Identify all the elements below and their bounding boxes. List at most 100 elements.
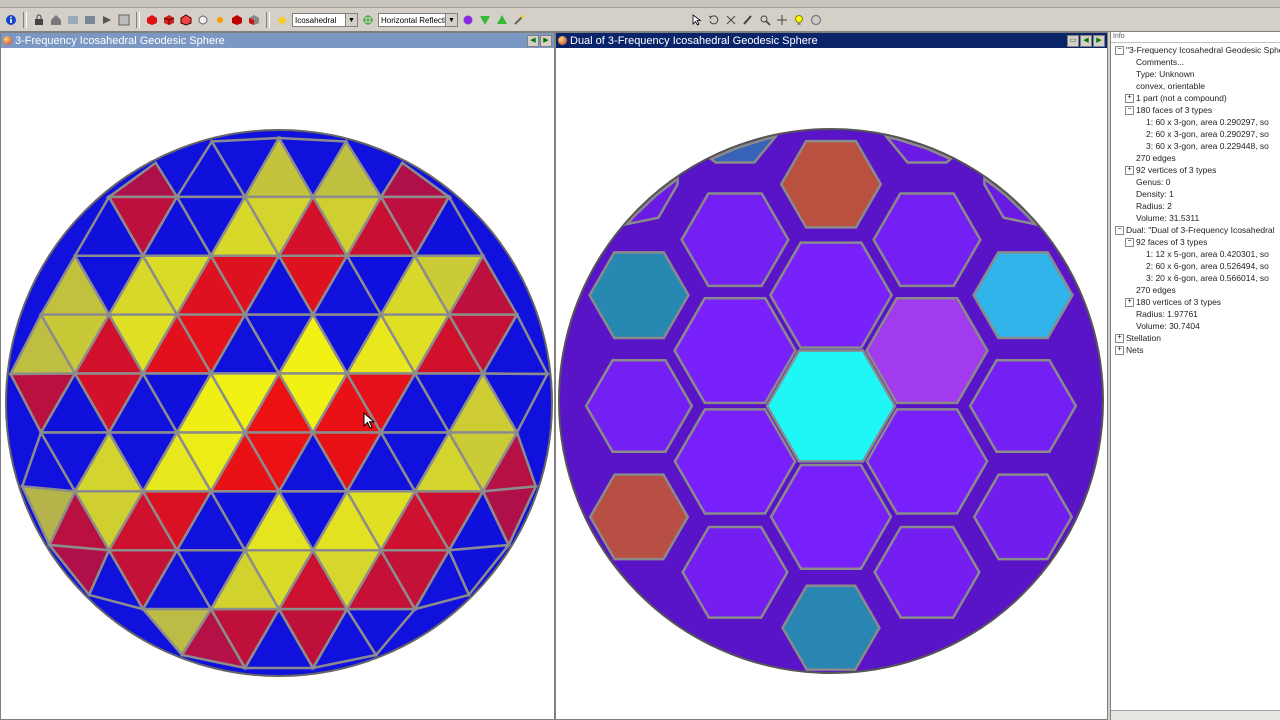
cube-red2-icon[interactable] bbox=[230, 13, 244, 27]
collapse-icon[interactable]: − bbox=[1125, 238, 1134, 248]
zoom-icon[interactable] bbox=[758, 13, 772, 27]
expand-icon[interactable]: + bbox=[1115, 346, 1124, 356]
horizontal-scrollbar[interactable] bbox=[1111, 710, 1280, 720]
left-view-title: 3-Frequency Icosahedral Geodesic Sphere bbox=[15, 34, 225, 47]
chevron-down-icon[interactable]: ▼ bbox=[445, 14, 457, 26]
cube-shade-icon[interactable] bbox=[247, 13, 261, 27]
symmetry-select[interactable]: Icosahedral ▼ bbox=[292, 13, 358, 27]
scroll-right-icon[interactable]: ▶ bbox=[540, 35, 552, 47]
info-tree-label: Type: Unknown bbox=[1136, 69, 1195, 79]
wand-icon[interactable] bbox=[512, 13, 526, 27]
info-tree-item[interactable]: 2: 60 x 3-gon, area 0.290297, so bbox=[1135, 128, 1269, 140]
toolbar-separator bbox=[266, 12, 270, 28]
info-tree-item[interactable]: 3: 20 x 6-gon, area 0.566014, so bbox=[1135, 272, 1269, 284]
info-tree-label: Radius: 1.97761 bbox=[1136, 309, 1198, 319]
info-tree-label: 180 faces of 3 types bbox=[1136, 105, 1213, 115]
info-tree-item[interactable]: 1: 60 x 3-gon, area 0.290297, so bbox=[1135, 116, 1269, 128]
expand-icon[interactable]: + bbox=[1115, 334, 1124, 344]
info-tree-label: 3: 60 x 3-gon, area 0.229448, so bbox=[1146, 141, 1269, 151]
reflection-select[interactable]: Horizontal Reflection ▼ bbox=[378, 13, 458, 27]
dual-sphere-view[interactable] bbox=[556, 48, 1107, 718]
toolbar-right-row bbox=[690, 11, 823, 29]
scroll-left-icon[interactable]: ◀ bbox=[1080, 35, 1092, 47]
info-tree-item[interactable]: +92 vertices of 3 types bbox=[1125, 164, 1216, 176]
info-tree-item[interactable]: Type: Unknown bbox=[1125, 68, 1195, 80]
collapse-icon[interactable]: − bbox=[1125, 106, 1134, 116]
toolbar-row: Icosahedral ▼ Horizontal Reflection ▼ bbox=[4, 11, 526, 29]
info-tree-item[interactable]: 3: 60 x 3-gon, area 0.229448, so bbox=[1135, 140, 1269, 152]
expand-icon[interactable]: + bbox=[1125, 298, 1134, 308]
rotate-icon[interactable] bbox=[707, 13, 721, 27]
restore-icon[interactable]: ▭ bbox=[1067, 35, 1079, 47]
info-tree-item[interactable]: Comments... bbox=[1125, 56, 1184, 68]
reflection-select-value: Horizontal Reflection bbox=[381, 15, 455, 25]
info-tree-item[interactable]: 2: 60 x 6-gon, area 0.526494, so bbox=[1135, 260, 1269, 272]
cube-red-icon[interactable] bbox=[145, 13, 159, 27]
info-tree-label: 270 edges bbox=[1136, 285, 1176, 295]
collapse-icon[interactable]: − bbox=[1115, 226, 1124, 236]
info-tree-label: 92 vertices of 3 types bbox=[1136, 165, 1217, 175]
info-tree-item[interactable]: + Nets bbox=[1115, 344, 1143, 356]
info-tree-item[interactable]: +180 vertices of 3 types bbox=[1125, 296, 1221, 308]
scroll-right-icon[interactable]: ▶ bbox=[1093, 35, 1105, 47]
info-tree-label: 2: 60 x 6-gon, area 0.526494, so bbox=[1146, 261, 1269, 271]
info-tree-item[interactable]: Volume: 31.5311 bbox=[1125, 212, 1199, 224]
info-icon[interactable] bbox=[4, 13, 18, 27]
info-tree-label: 92 faces of 3 types bbox=[1136, 237, 1208, 247]
info-tree-item[interactable]: − Dual: "Dual of 3-Frequency Icosahedral bbox=[1115, 224, 1275, 236]
last-icon[interactable] bbox=[117, 13, 131, 27]
measure-icon[interactable] bbox=[741, 13, 755, 27]
info-tree-item[interactable]: 270 edges bbox=[1125, 152, 1176, 164]
right-view-titlebar: Dual of 3-Frequency Icosahedral Geodesic… bbox=[556, 33, 1107, 48]
scale-icon[interactable] bbox=[724, 13, 738, 27]
info-tree-item[interactable]: Density: 1 bbox=[1125, 188, 1174, 200]
sun-icon[interactable] bbox=[213, 13, 227, 27]
info-tree-item[interactable]: 270 edges bbox=[1125, 284, 1176, 296]
main-toolbar: Icosahedral ▼ Horizontal Reflection ▼ bbox=[0, 0, 1280, 32]
info-tree-item[interactable]: Radius: 2 bbox=[1125, 200, 1172, 212]
home-icon[interactable] bbox=[49, 13, 63, 27]
collapse-icon[interactable]: − bbox=[1115, 46, 1124, 56]
polyhedron-icon bbox=[558, 36, 567, 45]
sphere-icon[interactable] bbox=[809, 13, 823, 27]
info-tree-item[interactable]: −92 faces of 3 types bbox=[1125, 236, 1207, 248]
info-tree-item[interactable]: − "3-Frequency Icosahedral Geodesic Spher… bbox=[1115, 44, 1280, 56]
expand-icon[interactable]: + bbox=[1125, 94, 1134, 104]
triangle-down-icon[interactable] bbox=[478, 13, 492, 27]
triangle-up-icon[interactable] bbox=[495, 13, 509, 27]
mouse-cursor-icon bbox=[363, 412, 375, 429]
info-tree-label: Density: 1 bbox=[1136, 189, 1174, 199]
info-tree-item[interactable]: 1: 12 x 5-gon, area 0.420301, so bbox=[1135, 248, 1269, 260]
left-view-window-buttons: ◀ ▶ bbox=[527, 35, 552, 47]
info-tree-label: 1: 60 x 3-gon, area 0.290297, so bbox=[1146, 117, 1269, 127]
info-tree-item[interactable]: convex, orientable bbox=[1125, 80, 1205, 92]
prev-icon[interactable] bbox=[66, 13, 80, 27]
left-view-titlebar: 3-Frequency Icosahedral Geodesic Sphere … bbox=[1, 33, 554, 48]
expand-icon[interactable]: + bbox=[1125, 166, 1134, 176]
first-icon[interactable] bbox=[83, 13, 97, 27]
chevron-down-icon[interactable]: ▼ bbox=[345, 14, 357, 26]
info-tree-item[interactable]: +1 part (not a compound) bbox=[1125, 92, 1227, 104]
light-bulb-icon[interactable] bbox=[792, 13, 806, 27]
light-icon[interactable] bbox=[196, 13, 210, 27]
info-tree-item[interactable]: Volume: 30.7404 bbox=[1125, 320, 1200, 332]
pan-icon[interactable] bbox=[775, 13, 789, 27]
star-icon[interactable] bbox=[275, 13, 289, 27]
polyhedron-icon bbox=[3, 36, 12, 45]
cube-icon[interactable] bbox=[162, 13, 176, 27]
reflection-icon[interactable] bbox=[361, 13, 375, 27]
toolbar-overflow-strip bbox=[0, 0, 1280, 8]
info-tree-item[interactable]: −180 faces of 3 types bbox=[1125, 104, 1212, 116]
pointer-icon[interactable] bbox=[690, 13, 704, 27]
cube-outline-icon[interactable] bbox=[179, 13, 193, 27]
geodesic-sphere-view[interactable] bbox=[1, 48, 554, 718]
left-view-panel: 3-Frequency Icosahedral Geodesic Sphere … bbox=[0, 32, 555, 720]
info-tree-item[interactable]: Genus: 0 bbox=[1125, 176, 1171, 188]
info-panel: Info − "3-Frequency Icosahedral Geodesic … bbox=[1110, 32, 1280, 720]
sphere-purple-icon[interactable] bbox=[461, 13, 475, 27]
info-tree-item[interactable]: Radius: 1.97761 bbox=[1125, 308, 1198, 320]
info-tree-item[interactable]: + Stellation bbox=[1115, 332, 1161, 344]
scroll-left-icon[interactable]: ◀ bbox=[527, 35, 539, 47]
next-icon[interactable] bbox=[100, 13, 114, 27]
lock-icon[interactable] bbox=[32, 13, 46, 27]
